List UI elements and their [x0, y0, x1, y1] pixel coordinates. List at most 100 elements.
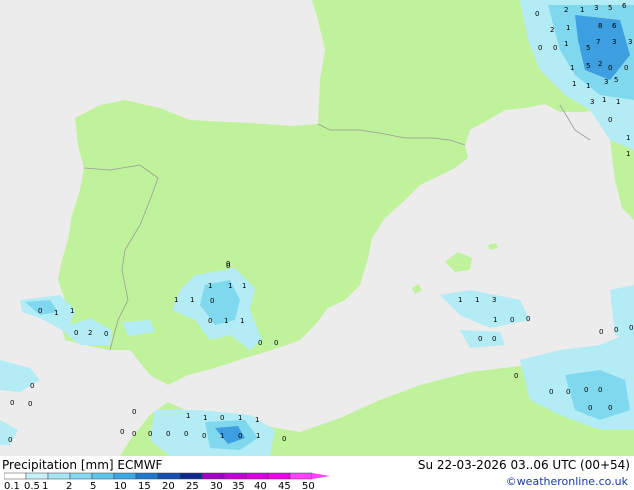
- point-value: 1: [240, 317, 244, 325]
- map-title: Precipitation [mm] ECMWF: [2, 458, 163, 472]
- point-value: 2: [88, 329, 92, 337]
- point-value: 1: [566, 24, 570, 32]
- point-value: 0: [208, 317, 212, 325]
- colorbar-swatch: [25, 472, 49, 480]
- colorbar-tick-label: 50: [302, 481, 315, 490]
- point-value: 5: [586, 44, 590, 52]
- point-value: 1: [54, 309, 58, 317]
- colorbar-tick-label: 40: [254, 481, 267, 490]
- point-value: 1: [602, 96, 606, 104]
- valid-time: Su 22-03-2026 03..06 UTC (00+54): [417, 458, 630, 472]
- precipitation-map: 2 1 305 68 617 321 30 01 5 2 0 053 51 13 1 101101 111 1 01…: [0, 0, 634, 456]
- point-value: 2: [598, 60, 602, 68]
- credit-link[interactable]: ©weatheronline.co.uk: [506, 475, 628, 488]
- point-value: 6: [622, 2, 627, 10]
- point-value: 1: [475, 296, 479, 304]
- point-value: 1: [238, 414, 242, 422]
- point-value: 1: [570, 64, 574, 72]
- point-value: 1: [186, 412, 190, 420]
- point-value: 0: [598, 386, 602, 394]
- point-value: 7: [596, 38, 600, 46]
- point-value: 0: [132, 408, 136, 416]
- point-value: 0: [226, 260, 230, 268]
- point-value: 1: [220, 432, 224, 440]
- point-value: 1: [626, 150, 630, 158]
- point-value: 1: [256, 432, 260, 440]
- colorbar-tick-label: 1: [42, 481, 48, 490]
- point-value: 0: [566, 388, 570, 396]
- colorbar-swatch: [245, 472, 269, 480]
- point-value: 0: [614, 326, 618, 334]
- point-value: 1: [564, 40, 568, 48]
- point-value: 0: [535, 10, 539, 18]
- colorbar-swatch: [201, 472, 225, 480]
- colorbar-swatch: [4, 472, 27, 480]
- point-value: 3: [590, 98, 594, 106]
- point-value: 0: [238, 432, 242, 440]
- point-value: 0: [478, 335, 482, 343]
- colorbar-swatch: [69, 472, 93, 480]
- point-value: 0: [148, 430, 152, 438]
- point-value: 0: [549, 388, 553, 396]
- point-value: 0: [553, 44, 557, 52]
- colorbar-tick-label: 0.1: [4, 481, 20, 490]
- point-value: 0: [258, 339, 262, 347]
- point-value: 6: [612, 22, 617, 30]
- point-value: 0: [120, 428, 124, 436]
- point-value: 0: [166, 430, 170, 438]
- point-value: 0: [10, 399, 14, 407]
- point-value: 0: [210, 297, 214, 305]
- point-value: 3: [594, 4, 598, 12]
- point-value: 0: [588, 404, 592, 412]
- point-value: 0: [220, 414, 224, 422]
- point-value: 0: [624, 64, 628, 72]
- point-value: 0: [629, 324, 633, 332]
- point-value: 0: [30, 382, 34, 390]
- point-value: 0: [608, 116, 612, 124]
- point-value: 0: [282, 435, 286, 443]
- point-value: 0: [132, 430, 136, 438]
- point-value: 1: [242, 282, 246, 290]
- point-value: 0: [526, 315, 530, 323]
- point-value: 1: [190, 296, 194, 304]
- colorbar-swatch: [91, 472, 115, 480]
- colorbar-tick-label: 2: [66, 481, 72, 490]
- point-value: 0: [492, 335, 496, 343]
- point-value: 0: [510, 316, 514, 324]
- colorbar-swatch: [47, 472, 71, 480]
- point-value: 1: [174, 296, 178, 304]
- colorbar: 0.1 0.5 1 2 5 10 15 20 25 30 35 40 45 50: [4, 472, 330, 490]
- point-value: 5: [608, 4, 612, 12]
- point-value: 0: [74, 329, 78, 337]
- colorbar-tick-label: 0.5: [24, 481, 40, 490]
- point-value: 1: [228, 282, 232, 290]
- point-value: 1: [493, 316, 497, 324]
- point-value: 0: [104, 330, 108, 338]
- colorbar-swatch: [223, 472, 247, 480]
- point-value: 0: [274, 339, 278, 347]
- point-value: 0: [514, 372, 518, 380]
- point-value: 1: [224, 317, 228, 325]
- point-value: 1: [255, 416, 259, 424]
- point-value: 0: [608, 64, 612, 72]
- point-value: 1: [586, 82, 590, 90]
- colorbar-tick-label: 5: [90, 481, 96, 490]
- point-value: 0: [38, 307, 42, 315]
- colorbar-tick-label: 10: [114, 481, 127, 490]
- point-value: 1: [626, 134, 630, 142]
- point-value: 0: [538, 44, 542, 52]
- colorbar-swatch: [267, 472, 291, 480]
- point-value: 3: [604, 78, 608, 86]
- point-value: 0: [28, 400, 32, 408]
- point-value: 0: [584, 386, 588, 394]
- colorbar-tick-label: 30: [210, 481, 223, 490]
- point-value: 1: [580, 6, 584, 14]
- point-value: 3: [492, 296, 496, 304]
- colorbar-tick-label: 35: [232, 481, 245, 490]
- point-value: 8: [598, 22, 602, 30]
- point-value: 0: [184, 430, 188, 438]
- point-value: 1: [208, 282, 212, 290]
- point-value: 1: [458, 296, 462, 304]
- point-value: 2: [550, 26, 554, 34]
- colorbar-tick-label: 20: [162, 481, 175, 490]
